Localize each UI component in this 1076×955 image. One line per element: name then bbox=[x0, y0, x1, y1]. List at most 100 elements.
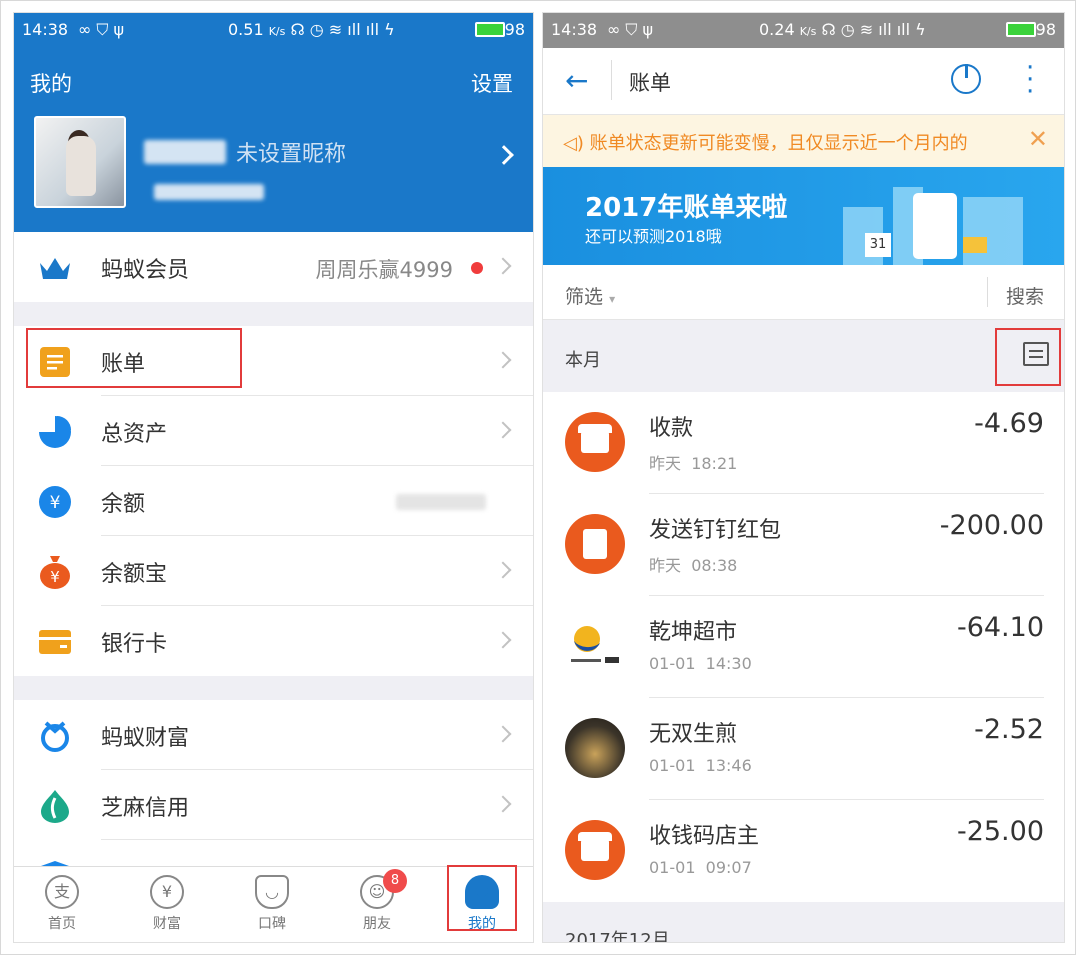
tab-label: 首页 bbox=[48, 916, 76, 932]
chevron-right-icon bbox=[494, 351, 512, 369]
menu-item-sesame-credit[interactable]: 芝麻信用 bbox=[14, 770, 533, 840]
filter-bar: 筛选 ▾ 搜索 bbox=[543, 265, 1064, 320]
transaction-row[interactable]: 乾坤超市 01-01 14:30 -64.10 bbox=[543, 596, 1064, 698]
back-arrow-icon[interactable]: ← bbox=[565, 64, 588, 97]
menu-item-bank-card[interactable]: 银行卡 bbox=[14, 606, 533, 676]
transaction-amount: -200.00 bbox=[939, 510, 1044, 541]
banner-subtitle: 还可以预测2018哦 bbox=[585, 227, 722, 246]
pie-chart-icon bbox=[36, 413, 74, 451]
section-gap bbox=[14, 302, 533, 326]
bill-header: ← 账单 · · · bbox=[543, 48, 1064, 115]
red-envelope-icon bbox=[565, 514, 625, 574]
page-title: 账单 bbox=[629, 71, 671, 95]
tab-friends[interactable]: ☺ 8 朋友 bbox=[337, 869, 417, 933]
month-label: 本月 bbox=[565, 350, 601, 371]
infinity-icon: ∞ ⛉ ψ bbox=[78, 20, 125, 39]
tab-label: 口碑 bbox=[258, 916, 286, 932]
tab-label: 财富 bbox=[153, 916, 181, 932]
ant-fortune-icon bbox=[36, 717, 74, 755]
battery-icon bbox=[474, 22, 505, 37]
store-icon bbox=[565, 412, 625, 472]
month-header: 本月 bbox=[543, 320, 1064, 392]
menu-label: 总资产 bbox=[101, 422, 168, 447]
nickname[interactable]: 未设置昵称 bbox=[236, 136, 346, 168]
chevron-right-icon bbox=[494, 421, 512, 439]
highlight-box bbox=[26, 328, 242, 388]
transaction-amount: -64.10 bbox=[956, 612, 1044, 643]
menu-item-yuebao[interactable]: ¥ 余额宝 bbox=[14, 536, 533, 606]
yuan-icon: ¥ bbox=[36, 483, 74, 521]
network-speed: 0.51 K/s ☊ ◷ ≋ ıll ıll ϟ bbox=[228, 20, 395, 39]
status-bar: 14:38 ∞ ⛉ ψ 0.24 K/s ☊ ◷ ≋ ıll ıll ϟ 98 bbox=[543, 13, 1064, 48]
more-options-icon[interactable]: · · · bbox=[1026, 55, 1034, 105]
transaction-time: 01-01 13:46 bbox=[649, 756, 752, 775]
banner-title: 2017年账单来啦 bbox=[585, 193, 788, 223]
menu-label: 蚂蚁财富 bbox=[101, 726, 190, 751]
battery: 98 bbox=[471, 20, 525, 39]
notice-bar: ◁) 账单状态更新可能变慢，且仅显示近一个月内的 ✕ bbox=[543, 115, 1064, 167]
transaction-row[interactable]: 收款 昨天 18:21 -4.69 bbox=[543, 392, 1064, 494]
transaction-name: 乾坤超市 bbox=[649, 620, 738, 645]
month-label: 2017年12月 bbox=[565, 930, 670, 943]
transaction-name: 收款 bbox=[649, 416, 694, 441]
notification-badge: 8 bbox=[383, 869, 407, 893]
member-row[interactable]: 蚂蚁会员 周周乐赢4999 bbox=[14, 232, 533, 302]
tab-wealth[interactable]: ¥ 财富 bbox=[127, 875, 207, 933]
qiankun-logo-icon bbox=[565, 616, 625, 676]
transaction-amount: -25.00 bbox=[956, 816, 1044, 847]
phone-illustration bbox=[913, 193, 957, 259]
member-label: 蚂蚁会员 bbox=[101, 258, 190, 283]
status-time: 14:38 bbox=[551, 20, 598, 39]
calendar-illustration: 31 bbox=[865, 233, 891, 257]
chevron-right-icon[interactable] bbox=[494, 145, 514, 165]
money-bag-icon: ¥ bbox=[36, 553, 74, 591]
month-header: 2017年12月 bbox=[543, 902, 1064, 943]
screenshot-frame: 14:38 ∞ ⛉ ψ 0.51 K/s ☊ ◷ ≋ ıll ıll ϟ 98 … bbox=[0, 0, 1076, 955]
transaction-name: 无双生煎 bbox=[649, 722, 738, 747]
menu-item-balance[interactable]: ¥ 余额 bbox=[14, 466, 533, 536]
transaction-row[interactable]: 收钱码店主 01-01 09:07 -25.00 bbox=[543, 800, 1064, 902]
chevron-right-icon bbox=[494, 631, 512, 649]
menu-label: 银行卡 bbox=[101, 632, 168, 657]
settings-link[interactable]: 设置 bbox=[471, 68, 513, 98]
shop-photo-icon bbox=[565, 718, 625, 778]
statistics-pie-icon[interactable] bbox=[951, 64, 981, 94]
transaction-amount: -2.52 bbox=[974, 714, 1044, 745]
section-gap bbox=[14, 676, 533, 700]
transaction-time: 01-01 09:07 bbox=[649, 858, 752, 877]
blurred-balance bbox=[396, 494, 486, 510]
tab-koubei[interactable]: ◡ 口碑 bbox=[232, 875, 312, 933]
member-promo: 周周乐赢4999 bbox=[315, 258, 453, 282]
close-icon[interactable]: ✕ bbox=[1028, 125, 1048, 153]
chevron-right-icon bbox=[494, 795, 512, 813]
avatar[interactable] bbox=[34, 116, 126, 208]
right-phone-screen: 14:38 ∞ ⛉ ψ 0.24 K/s ☊ ◷ ≋ ıll ıll ϟ 98 … bbox=[542, 12, 1065, 943]
transaction-time: 昨天 08:38 bbox=[649, 556, 738, 575]
search-button[interactable]: 搜索 bbox=[1006, 282, 1044, 309]
filter-dropdown[interactable]: 筛选 ▾ bbox=[565, 282, 615, 309]
alipay-icon: 支 bbox=[45, 875, 79, 909]
tab-label: 朋友 bbox=[363, 916, 391, 932]
menu-item-total-assets[interactable]: 总资产 bbox=[14, 396, 533, 466]
transaction-name: 收钱码店主 bbox=[649, 824, 760, 849]
sesame-credit-icon bbox=[36, 787, 74, 825]
speaker-icon: ◁) bbox=[563, 133, 584, 154]
highlight-box bbox=[447, 865, 517, 931]
transaction-row[interactable]: 发送钉钉红包 昨天 08:38 -200.00 bbox=[543, 494, 1064, 596]
notice-text: 账单状态更新可能变慢，且仅显示近一个月内的 bbox=[589, 133, 968, 154]
koubei-icon: ◡ bbox=[255, 875, 289, 909]
caret-down-icon: ▾ bbox=[609, 292, 616, 306]
page-title: 我的 bbox=[30, 72, 72, 96]
transaction-row[interactable]: 无双生煎 01-01 13:46 -2.52 bbox=[543, 698, 1064, 800]
blurred-username bbox=[144, 140, 226, 164]
chevron-right-icon bbox=[494, 561, 512, 579]
yuan-icon: ¥ bbox=[150, 875, 184, 909]
tab-home[interactable]: 支 首页 bbox=[22, 875, 102, 933]
network-speed: 0.24 K/s ☊ ◷ ≋ ıll ıll ϟ bbox=[759, 20, 926, 39]
annual-bill-banner[interactable]: 2017年账单来啦 还可以预测2018哦 31 bbox=[543, 167, 1064, 265]
transaction-amount: -4.69 bbox=[974, 408, 1044, 439]
svg-text:¥: ¥ bbox=[50, 568, 60, 586]
menu-label: 余额 bbox=[101, 492, 146, 517]
crown-icon bbox=[36, 249, 74, 287]
menu-item-ant-fortune[interactable]: 蚂蚁财富 bbox=[14, 700, 533, 770]
